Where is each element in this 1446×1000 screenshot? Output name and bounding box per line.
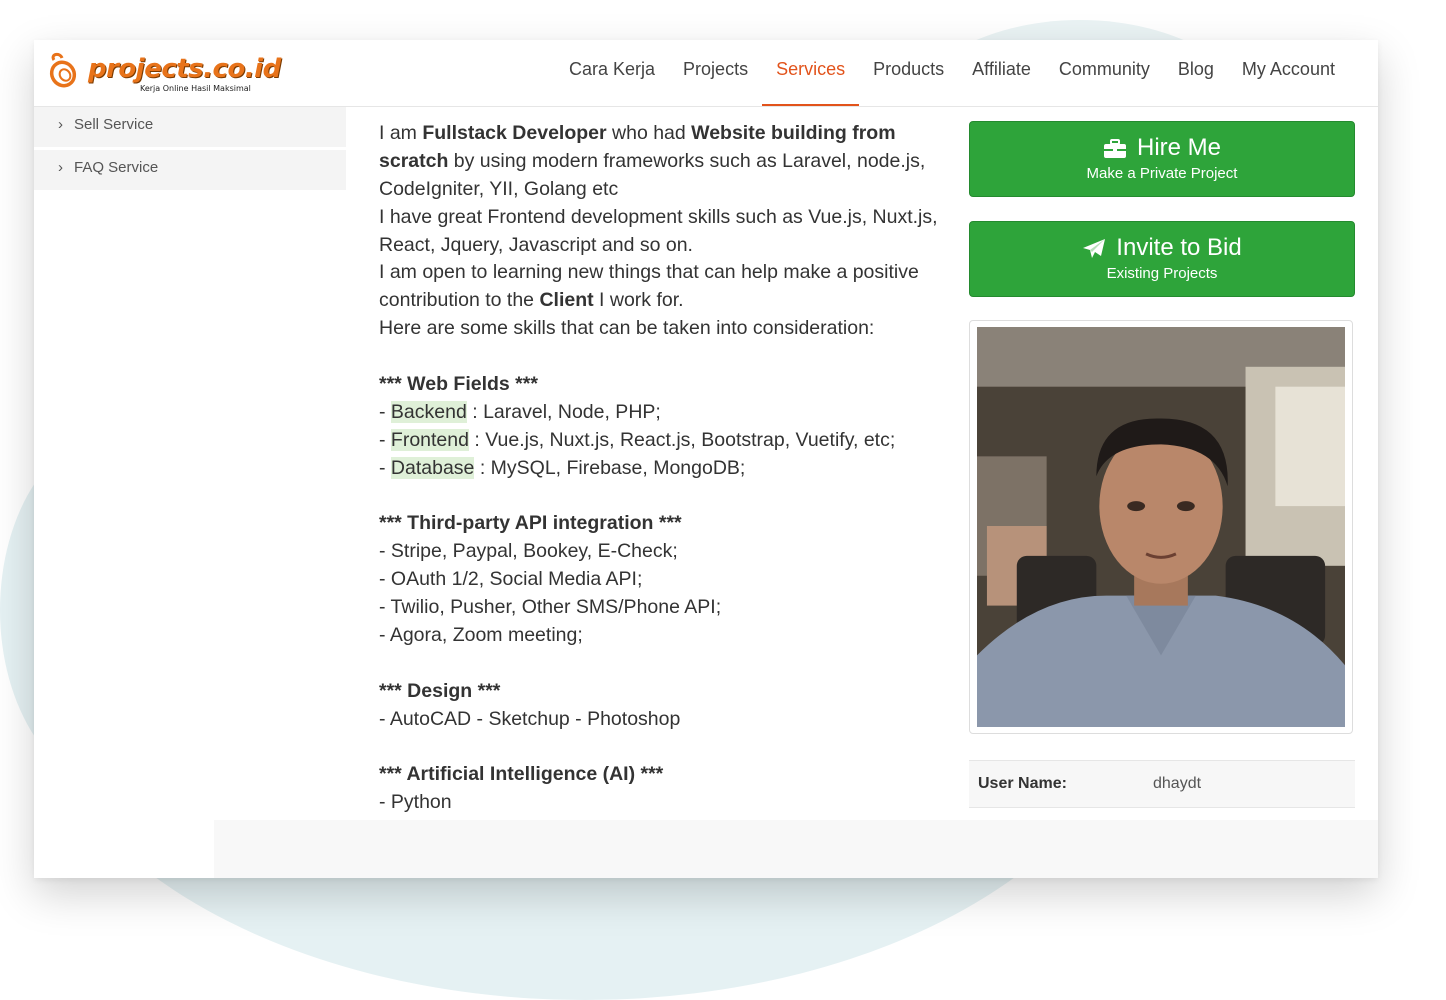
skill-line: - Python xyxy=(379,791,452,814)
skill-line: - Twilio, Pusher, Other SMS/Phone API; xyxy=(379,596,722,619)
briefcase-icon xyxy=(1103,138,1126,158)
description-line: CodeIgniter, YII, Golang etc xyxy=(379,177,619,200)
chevron-right-icon: › xyxy=(58,159,63,176)
nav-my-account[interactable]: My Account xyxy=(1228,40,1349,104)
skill-line: - AutoCAD - Sketchup - Photoshop xyxy=(379,707,681,730)
invite-to-bid-sublabel: Existing Projects xyxy=(1106,265,1218,282)
section-title-web-fields: *** Web Fields *** xyxy=(379,373,538,396)
sidebar-item-label: FAQ Service xyxy=(74,159,159,176)
skill-database: - Database : MySQL, Firebase, MongoDB; xyxy=(379,456,746,479)
description-line: Here are some skills that can be taken i… xyxy=(379,317,875,340)
skill-frontend: - Frontend : Vue.js, Nuxt.js, React.js, … xyxy=(379,428,896,451)
description-line: contribution to the Client I work for. xyxy=(379,289,684,312)
logo-tagline: Kerja Online Hasil Maksimal xyxy=(140,84,251,93)
description-line: I have great Frontend development skills… xyxy=(379,205,938,228)
profile-photo-frame xyxy=(969,320,1353,734)
service-description: I am Fullstack Developer who had Website… xyxy=(379,120,949,817)
browser-page-card: projects.co.id Kerja Online Hasil Maksim… xyxy=(34,40,1378,878)
nav-cara-kerja[interactable]: Cara Kerja xyxy=(555,40,669,104)
sidebar: › Sell Service › FAQ Service xyxy=(34,107,346,193)
site-header: projects.co.id Kerja Online Hasil Maksim… xyxy=(34,40,1378,107)
skill-line: - Stripe, Paypal, Bookey, E-Check; xyxy=(379,540,678,563)
profile-photo xyxy=(977,327,1345,727)
skill-backend: - Backend : Laravel, Node, PHP; xyxy=(379,400,661,423)
main-nav: Cara Kerja Projects Services Products Af… xyxy=(555,40,1349,106)
footer-area xyxy=(214,820,1378,878)
nav-community[interactable]: Community xyxy=(1045,40,1164,104)
hire-me-sublabel: Make a Private Project xyxy=(1086,165,1238,182)
description-line: I am Fullstack Developer who had Website… xyxy=(379,122,896,144)
skill-line: - OAuth 1/2, Social Media API; xyxy=(379,568,643,591)
sidebar-item-label: Sell Service xyxy=(74,116,154,133)
section-title-design: *** Design *** xyxy=(379,679,501,702)
paper-plane-icon xyxy=(1083,238,1106,258)
invite-to-bid-label: Invite to Bid xyxy=(1116,234,1242,261)
right-column: Hire Me Make a Private Project Invite to… xyxy=(969,121,1355,808)
hire-me-label: Hire Me xyxy=(1136,134,1221,161)
logo-mark-icon xyxy=(49,52,77,88)
description-line: I am open to learning new things that ca… xyxy=(379,261,919,284)
user-name-row: User Name: dhaydt xyxy=(969,760,1355,808)
site-logo[interactable]: projects.co.id Kerja Online Hasil Maksim… xyxy=(46,50,286,96)
sidebar-item-faq-service[interactable]: › FAQ Service xyxy=(34,150,346,190)
sidebar-item-sell-service[interactable]: › Sell Service xyxy=(34,107,346,147)
chevron-right-icon: › xyxy=(58,116,63,133)
user-name-label: User Name: xyxy=(978,775,1067,792)
description-line: React, Jquery, Javascript and so on. xyxy=(379,233,693,256)
section-title-ai: *** Artificial Intelligence (AI) *** xyxy=(379,763,664,786)
skill-line: - Agora, Zoom meeting; xyxy=(379,624,583,647)
section-title-api: *** Third-party API integration *** xyxy=(379,512,682,535)
logo-wordmark: projects.co.id xyxy=(88,54,281,84)
nav-projects[interactable]: Projects xyxy=(669,40,762,104)
user-name-value: dhaydt xyxy=(1153,775,1202,792)
nav-affiliate[interactable]: Affiliate xyxy=(958,40,1045,104)
description-line: scratch by using modern frameworks such … xyxy=(379,149,926,172)
nav-blog[interactable]: Blog xyxy=(1164,40,1228,104)
hire-me-button[interactable]: Hire Me Make a Private Project xyxy=(969,121,1355,197)
nav-products[interactable]: Products xyxy=(859,40,958,104)
nav-services[interactable]: Services xyxy=(762,40,860,106)
invite-to-bid-button[interactable]: Invite to Bid Existing Projects xyxy=(969,221,1355,297)
